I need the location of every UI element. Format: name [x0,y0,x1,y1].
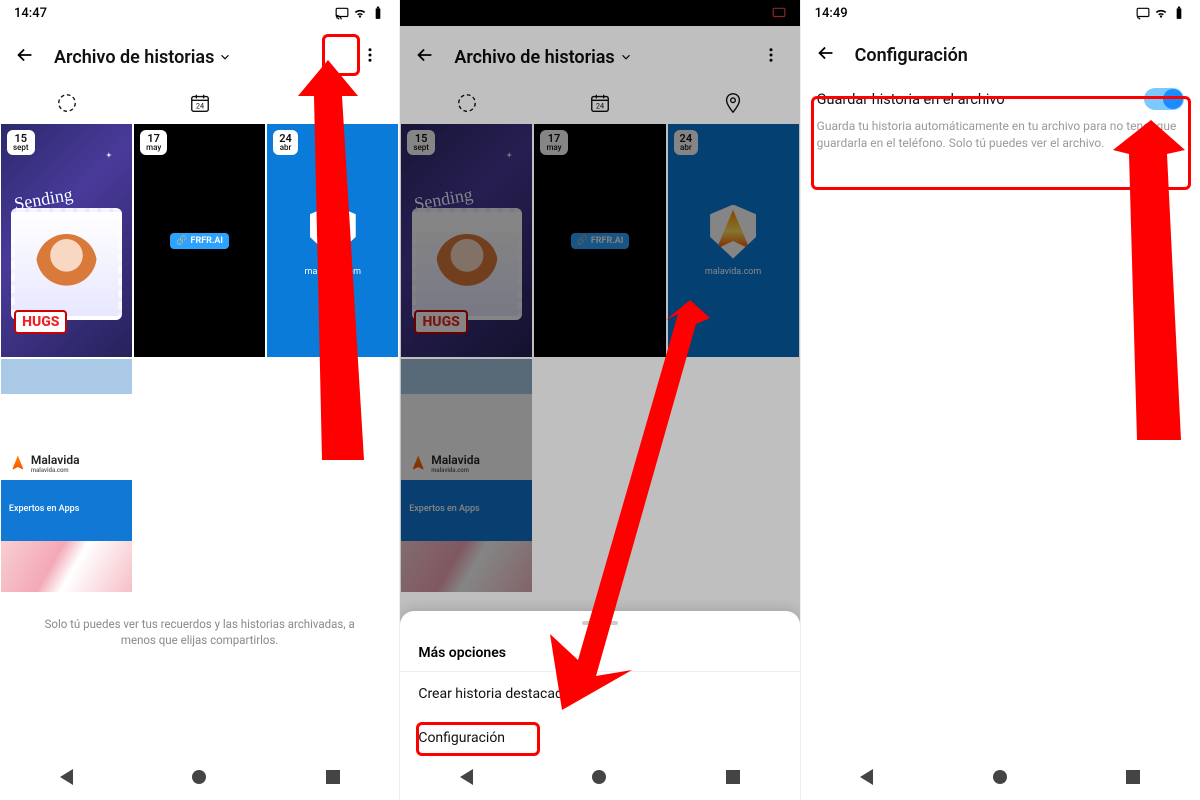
nav-recents-icon[interactable] [726,770,740,784]
android-nav-bar [400,760,799,800]
story-item[interactable]: malavida.com 24abr [267,124,398,357]
status-icons [1136,6,1186,20]
page-title: Configuración [855,45,1186,66]
archive-hint: Solo tú puedes ver tus recuerdos y las h… [0,592,399,672]
tab-location[interactable] [266,92,399,114]
clock: 14:47 [14,6,47,21]
page-title-dropdown[interactable]: Archivo de historias [54,47,337,68]
app-bar: Archivo de historias [0,26,399,84]
svg-text:24: 24 [196,102,204,111]
sheet-header: Más opciones [400,635,799,671]
tab-stories[interactable] [0,92,133,114]
story-item[interactable]: Malavidamalavida.com Expertos en Apps [1,359,132,592]
battery-icon [1172,6,1186,20]
clock: 14:49 [815,6,848,21]
wifi-icon [353,6,367,20]
chevron-down-icon [619,50,633,64]
brand-tagline: Expertos en Apps [9,504,79,514]
status-icons [335,6,385,20]
setting-save-to-archive: Guardar historia en el archivo Guarda tu… [801,80,1200,161]
back-icon[interactable] [14,44,36,70]
cast-icon [1136,6,1150,20]
app-bar: Configuración [801,26,1200,80]
malavida-logo-icon [310,205,356,259]
story-caption: malavida.com [305,267,361,277]
story-item[interactable]: 🔗 FRFR.AI 17may [134,124,265,357]
status-bar: 14:47 [0,0,399,26]
sticker-hugs: HUGS [14,310,67,334]
page-title-dropdown[interactable]: Archivo de historias [454,47,737,68]
android-nav-bar [0,760,399,800]
setting-description: Guarda tu historia automáticamente en tu… [817,118,1184,153]
nav-back-icon[interactable] [860,769,873,785]
cast-icon [772,6,786,20]
panel-2-sheet: Archivo de historias 24 SendingHUGS15sep… [400,0,800,800]
nav-back-icon[interactable] [60,769,73,785]
nav-home-icon[interactable] [592,770,606,784]
date-badge: 17may [140,130,167,155]
back-icon[interactable] [414,44,436,70]
link-chip: 🔗 FRFR.AI [170,233,229,249]
nav-recents-icon[interactable] [326,770,340,784]
archive-tabs: 24 [0,84,399,124]
wifi-icon [1154,6,1168,20]
option-settings[interactable]: Configuración [400,716,799,760]
sheet-handle-icon[interactable] [582,621,618,625]
status-bar [400,0,799,26]
kebab-menu-icon[interactable] [355,42,385,72]
cast-icon [335,6,349,20]
kebab-menu-icon[interactable] [756,42,786,72]
nav-recents-icon[interactable] [1126,770,1140,784]
svg-text:24: 24 [596,102,604,111]
story-item[interactable]: Sending HUGS 15sept [1,124,132,357]
back-icon[interactable] [815,42,837,68]
panel-1-archive: 14:47 Archivo de historias [0,0,400,800]
battery-icon [371,6,385,20]
stories-grid: Sending HUGS 15sept 🔗 FRFR.AI 17may mala… [0,124,399,357]
nav-back-icon[interactable] [460,769,473,785]
toggle-switch[interactable] [1144,88,1184,110]
bottom-sheet: Más opciones Crear historia destacada Co… [400,611,799,760]
option-create-highlight[interactable]: Crear historia destacada [400,672,799,716]
app-bar: Archivo de historias [400,26,799,84]
panel-3-settings: 14:49 Configuración Guardar historia en … [801,0,1200,800]
nav-home-icon[interactable] [192,770,206,784]
page-title: Archivo de historias [454,47,614,68]
date-badge: 24abr [273,130,298,155]
date-badge: 15sept [7,130,35,155]
tab-calendar[interactable]: 24 [133,92,266,114]
setting-label: Guardar historia en el archivo [817,91,1005,108]
chevron-down-icon [218,50,232,64]
page-title: Archivo de historias [54,47,214,68]
malavida-brand: Malavidamalavida.com [9,452,80,474]
status-bar: 14:49 [801,0,1200,26]
annotation-arrow [1057,120,1197,460]
nav-home-icon[interactable] [993,770,1007,784]
android-nav-bar [801,760,1200,800]
